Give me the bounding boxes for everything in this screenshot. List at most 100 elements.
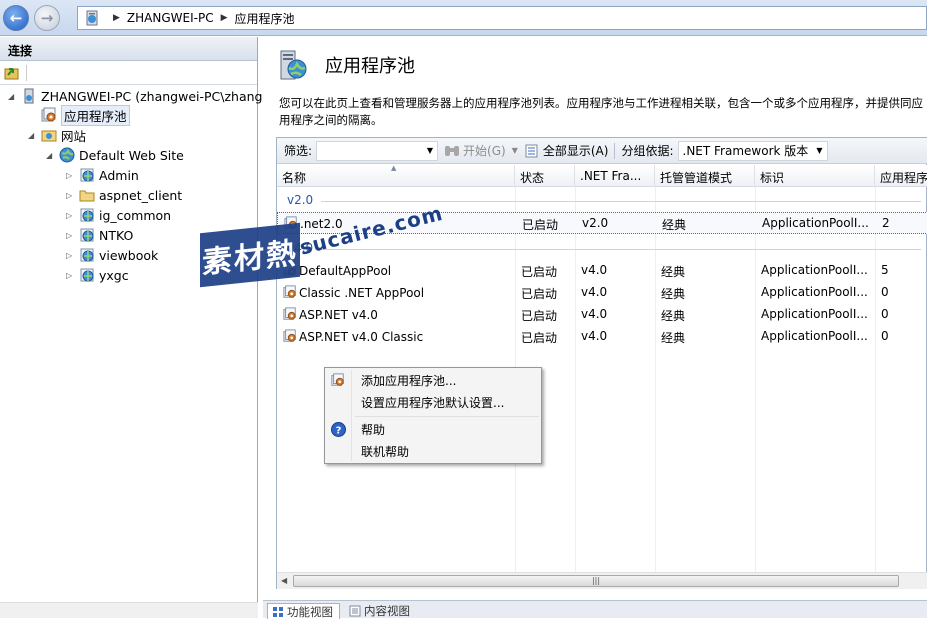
tree-label: aspnet_client: [99, 187, 183, 203]
scroll-left-icon[interactable]: ◀: [281, 576, 287, 585]
pool-name-cell: ASP.NET v4.0 Classic: [283, 329, 423, 344]
column-header-label: 状态: [520, 171, 545, 185]
tree-node-default-web-site[interactable]: ◢ Default Web Site: [46, 145, 184, 165]
group-divider: [321, 249, 921, 250]
filter-label: 筛选:: [284, 144, 313, 158]
tree-node-admin[interactable]: ▷ Admin: [66, 165, 139, 185]
menu-item-set-defaults[interactable]: 设置应用程序池默认设置...: [327, 392, 539, 412]
connections-toolbar: [0, 61, 257, 85]
column-header-net-version[interactable]: .NET Fra...: [575, 165, 655, 187]
applications-cell: 0: [881, 329, 889, 343]
breadcrumb-app-pools[interactable]: 应用程序池: [235, 10, 295, 27]
group-by-label: 分组依据:: [621, 144, 674, 158]
table-row[interactable]: DefaultAppPool 已启动 v4.0 经典 ApplicationPo…: [277, 260, 927, 282]
column-header-name[interactable]: 名称 ▲: [277, 165, 515, 187]
tree-node-ig-common[interactable]: ▷ ig_common: [66, 205, 171, 225]
view-tabs: 功能视图 内容视图: [263, 600, 927, 619]
context-menu: 添加应用程序池... 设置应用程序池默认设置... ? 帮助 联机帮助: [324, 367, 542, 464]
expand-arrow-icon[interactable]: ▷: [66, 211, 76, 220]
table-row[interactable]: Classic .NET AppPool 已启动 v4.0 经典 Applica…: [277, 282, 927, 304]
page-description: 您可以在此页上查看和管理服务器上的应用程序池列表。应用程序池与工作进程相关联，包…: [279, 96, 923, 127]
tree-node-yxgc[interactable]: ▷ yxgc: [66, 265, 129, 285]
tree-node-ntko[interactable]: ▷ NTKO: [66, 225, 133, 245]
table-row[interactable]: ASP.NET v4.0 已启动 v4.0 经典 ApplicationPool…: [277, 304, 927, 326]
expand-arrow-icon[interactable]: ◢: [46, 151, 56, 160]
forward-button[interactable]: →: [34, 5, 60, 31]
column-header-status[interactable]: 状态: [515, 165, 575, 187]
breadcrumb-server[interactable]: ZHANGWEI-PC: [127, 11, 214, 25]
tab-content-view[interactable]: 内容视图: [345, 603, 416, 619]
show-all-label: 全部显示(A): [542, 144, 609, 158]
pipeline-cell: 经典: [661, 287, 686, 301]
show-all-button[interactable]: 全部显示(A): [524, 142, 609, 159]
net-version-cell: v2.0: [582, 216, 609, 230]
page-header: 应用程序池: [275, 47, 415, 83]
menu-item-add-app-pool[interactable]: 添加应用程序池...: [327, 370, 539, 390]
tree-horizontal-scrollbar[interactable]: [0, 602, 258, 618]
expand-arrow-icon[interactable]: ◢: [8, 92, 18, 101]
net-version-cell: v4.0: [581, 263, 608, 277]
expand-arrow-icon[interactable]: ▷: [66, 251, 76, 260]
add-app-pool-icon: [331, 373, 345, 387]
pool-name-cell: ASP.NET v4.0: [283, 307, 378, 322]
pool-name-cell: Classic .NET AppPool: [283, 285, 424, 300]
pipeline-cell: 经典: [661, 309, 686, 323]
menu-item-online-help[interactable]: 联机帮助: [327, 441, 539, 461]
web-app-icon: [79, 247, 95, 263]
expand-arrow-icon[interactable]: ▷: [66, 171, 76, 180]
tree-node-server[interactable]: ◢ ZHANGWEI-PC (zhangwei-PC\zhangw: [8, 86, 273, 106]
column-header-label: 托管管道模式: [660, 171, 733, 185]
tree-node-aspnet-client[interactable]: ▷ aspnet_client: [66, 185, 182, 205]
expand-arrow-icon[interactable]: ◢: [28, 131, 38, 140]
table-row[interactable]: ASP.NET v4.0 Classic 已启动 v4.0 经典 Applica…: [277, 326, 927, 348]
app-pool-icon: [41, 107, 57, 123]
filter-toolbar: 筛选: ▼ 开始(G) ▼ 全部显示(A) 分组依据: .NET Framewo…: [277, 138, 927, 164]
pool-name: ASP.NET v4.0: [299, 308, 378, 322]
identity-cell: ApplicationPoolI...: [761, 329, 868, 343]
column-header-identity[interactable]: 标识: [755, 165, 875, 187]
toolbar-separator: [614, 142, 616, 159]
column-divider: [875, 187, 876, 573]
tree-label: Default Web Site: [79, 147, 184, 163]
applications-cell: 2: [882, 216, 890, 230]
column-header-pipeline-mode[interactable]: 托管管道模式: [655, 165, 755, 187]
sites-folder-icon: [41, 130, 57, 142]
tab-features-view[interactable]: 功能视图: [267, 603, 340, 619]
tab-label: 功能视图: [287, 604, 333, 619]
pipeline-cell: 经典: [661, 331, 686, 345]
applications-cell: 5: [881, 263, 889, 277]
breadcrumb-separator-icon: ▶: [113, 13, 120, 23]
scrollbar-thumb[interactable]: |||: [293, 575, 899, 587]
toolbar-divider: [26, 64, 27, 81]
grid-horizontal-scrollbar[interactable]: ◀ |||: [277, 572, 927, 589]
column-header-label: .NET Fra...: [580, 169, 642, 183]
group-header-v2[interactable]: v2.0: [287, 193, 313, 207]
start-filter-button[interactable]: 开始(G): [444, 142, 506, 159]
chevron-down-icon[interactable]: ▼: [816, 146, 822, 155]
menu-item-help[interactable]: ? 帮助: [327, 419, 539, 439]
chevron-down-icon[interactable]: ▼: [427, 146, 433, 155]
connections-panel: 连接 ◢ ZHANGWEI-PC (zhangwei-PC\zhangw 应用程…: [0, 37, 273, 618]
tree-node-sites[interactable]: ◢ 网站: [28, 125, 86, 145]
address-bar[interactable]: ▶ ZHANGWEI-PC ▶ 应用程序池: [77, 6, 927, 30]
app-pool-icon: [283, 285, 297, 299]
address-bar-area: ← → ▶ ZHANGWEI-PC ▶ 应用程序池: [0, 0, 927, 36]
expand-arrow-icon[interactable]: ▷: [66, 191, 76, 200]
tree-label: Admin: [99, 167, 139, 183]
back-button[interactable]: ←: [3, 5, 29, 31]
tree-node-app-pools[interactable]: 应用程序池: [28, 104, 130, 126]
add-app-pool-icon-wrap: [327, 371, 349, 389]
filter-input[interactable]: ▼: [316, 140, 439, 161]
svg-text:?: ?: [335, 425, 341, 436]
group-by-select[interactable]: .NET Framework 版本 ▼: [677, 140, 828, 161]
tree-node-viewbook[interactable]: ▷ viewbook: [66, 245, 158, 265]
connect-icon[interactable]: [4, 65, 20, 81]
status-cell: 已启动: [522, 218, 559, 232]
status-cell: 已启动: [521, 331, 558, 345]
column-header-applications[interactable]: 应用程序: [875, 165, 927, 187]
app-pools-list-panel: 筛选: ▼ 开始(G) ▼ 全部显示(A) 分组依据: .NET Framewo…: [276, 137, 927, 589]
tree-label: NTKO: [99, 227, 134, 243]
start-dropdown-icon[interactable]: ▼: [512, 146, 518, 155]
expand-arrow-icon[interactable]: ▷: [66, 231, 76, 240]
expand-arrow-icon[interactable]: ▷: [66, 271, 76, 280]
